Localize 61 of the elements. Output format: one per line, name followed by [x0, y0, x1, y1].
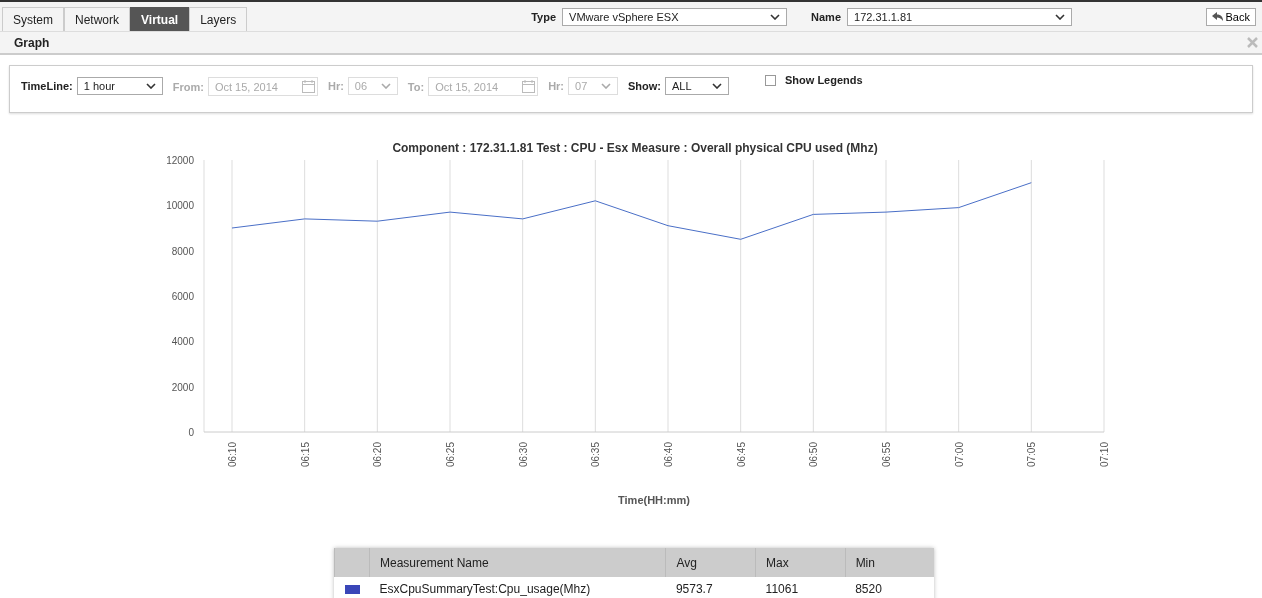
chart-title: Component : 172.31.1.81 Test : CPU - Esx Measure : Overall physical CPU used (Mhz) [392, 141, 878, 155]
filter-label: To: [407, 80, 425, 93]
column-header: Min [845, 548, 934, 577]
column-header: Measurement Name [369, 548, 666, 577]
axis-tick-label: 06:20 [372, 442, 384, 468]
axis-tick-label: 07:10 [1099, 442, 1110, 468]
calendar-icon [522, 80, 536, 93]
axis-tick-label: 06:40 [663, 442, 674, 468]
axis-tick-label: 2000 [171, 381, 194, 393]
caret-icon [770, 13, 781, 20]
filter-label: Show: [628, 80, 661, 92]
axis-tick-label: 06:55 [881, 442, 892, 468]
checkbox[interactable] [765, 74, 776, 86]
filter-label: Hr: [327, 80, 344, 92]
back-button[interactable]: Back [1205, 7, 1256, 26]
close-icon[interactable] [1247, 37, 1258, 48]
filter-label: TimeLine: [21, 80, 73, 92]
axis-tick-label: 06:15 [299, 442, 311, 468]
axis-title: Time(HH:mm) [618, 494, 690, 506]
date-field: Oct 15, 2014 [207, 77, 318, 96]
show-dropdown[interactable]: ALL [665, 77, 729, 95]
column-header [334, 548, 370, 577]
caret-icon [145, 83, 156, 89]
filter-label: Hr: [548, 80, 564, 92]
table-cell: EsxCpuSummaryTest:Cpu_usage(Mhz) [369, 577, 666, 598]
axis-tick-label: 06:30 [517, 442, 529, 468]
axis-tick-label: 07:05 [1026, 442, 1038, 468]
axis-tick-label: 4000 [171, 336, 194, 348]
caret-icon [380, 83, 391, 89]
filter-label: From: [172, 80, 204, 93]
axis-tick-label: 8000 [171, 245, 194, 257]
axis-tick-label: 06:50 [808, 442, 820, 468]
calendar-icon [301, 80, 315, 93]
name-dropdown[interactable]: 172.31.1.81 [847, 7, 1072, 26]
tab[interactable]: System [2, 7, 64, 31]
tab[interactable]: Network [64, 7, 131, 31]
type-dropdown[interactable]: VMware vSphere ESX [562, 7, 788, 26]
caret-icon [1055, 13, 1065, 20]
tab[interactable]: Layers [189, 7, 248, 31]
axis-tick-label: 06:10 [227, 442, 238, 468]
axis-tick-label: 07:00 [953, 442, 965, 468]
date-field: Oct 15, 2014 [428, 77, 539, 96]
table-cell: 8520 [845, 577, 934, 598]
caret-icon [601, 83, 611, 89]
back-arrow-icon [1211, 12, 1223, 21]
axis-tick-label: 0 [188, 427, 194, 438]
column-header: Max [755, 548, 846, 577]
field-label: Name [811, 10, 841, 23]
axis-tick-label: 06:45 [735, 442, 747, 468]
column-header: Avg [665, 548, 756, 577]
axis-tick-label: 10000 [166, 200, 194, 212]
tab[interactable]: Virtual [130, 7, 190, 31]
axis-tick-label: 12000 [166, 155, 194, 166]
field-label: Type [531, 10, 557, 23]
checkbox-label: Show Legends [785, 74, 863, 86]
axis-tick-label: 6000 [171, 291, 194, 302]
panel-title: Graph [14, 35, 50, 50]
axis-tick-label: 06:25 [445, 442, 456, 468]
caret-icon [712, 83, 722, 89]
timeline-dropdown[interactable]: 1 hour [76, 77, 163, 95]
axis-tick-label: 06:35 [590, 442, 602, 468]
